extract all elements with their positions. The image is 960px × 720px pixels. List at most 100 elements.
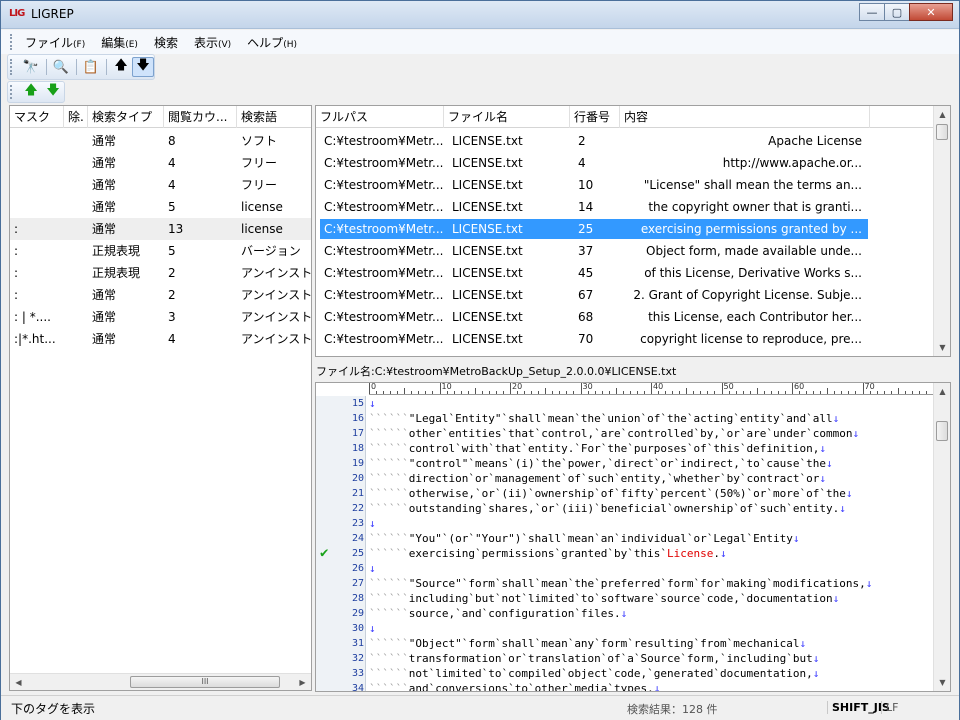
arrow-up-icon[interactable]: 🡅 (110, 57, 132, 77)
minimize-button[interactable]: — (859, 3, 885, 21)
ruler-tick (756, 388, 758, 394)
result-row[interactable]: C:¥testroom¥Metr... LICENSE.txt 4 http://ww… (316, 152, 950, 174)
scroll-up-icon[interactable]: ▲ (934, 383, 950, 400)
column-exclude[interactable]: 除. (64, 106, 88, 128)
maximize-button[interactable]: ▢ (884, 3, 910, 21)
scroll-down-icon[interactable]: ▼ (934, 674, 950, 691)
preview-icon[interactable]: 🔍 (50, 57, 72, 77)
column-file-name[interactable]: ファイル名 (444, 106, 570, 128)
condition-count: 4 (168, 178, 176, 192)
whitespace-marks: `````` (369, 472, 409, 485)
column-search-term[interactable]: 検索語 (237, 106, 311, 128)
column-content[interactable]: 内容 (620, 106, 870, 128)
menubar-grip[interactable] (10, 34, 13, 50)
result-row[interactable]: C:¥testroom¥Metr... LICENSE.txt 2 Apache Li… (316, 130, 950, 152)
arrow-down-icon[interactable]: 🡇 (132, 57, 154, 77)
line-content: "control"`means`(i)`the`power,`direct`or… (408, 457, 826, 470)
ruler-number: 10 (441, 382, 452, 391)
line-text: ``````outstanding`shares,`or`(iii)`benef… (369, 501, 846, 516)
code-line: 16 ``````"Legal`Entity"`shall`mean`the`un… (316, 411, 934, 426)
results-header: フルパス ファイル名 行番号 内容 (316, 106, 950, 128)
ruler-tick (502, 391, 504, 394)
ruler-tick (566, 391, 568, 394)
menu-item-1[interactable]: 編集(E) (101, 34, 138, 51)
result-row[interactable]: C:¥testroom¥Metr... LICENSE.txt 67 2. Grant… (316, 284, 950, 306)
horizontal-scrollbar[interactable]: ◀ III ▶ (10, 673, 311, 690)
scroll-thumb[interactable] (936, 124, 948, 140)
scroll-down-icon[interactable]: ▼ (934, 339, 950, 356)
toolbar2-grip[interactable] (10, 85, 13, 99)
whitespace-marks: `````` (369, 547, 409, 560)
line-text: ``````exercising`permissions`granted`by`… (369, 546, 727, 561)
scroll-up-icon[interactable]: ▲ (934, 106, 950, 123)
result-row[interactable]: C:¥testroom¥Metr... LICENSE.txt 25 exercisi… (316, 218, 950, 240)
ruler-tick (495, 391, 497, 394)
line-number: 18 (351, 443, 364, 454)
ruler-tick (629, 391, 631, 394)
condition-row[interactable]: : | *.... 通常 3 アンインスト (10, 306, 311, 328)
menu-item-3[interactable]: 表示(V) (194, 34, 231, 51)
result-row[interactable]: C:¥testroom¥Metr... LICENSE.txt 70 copyrigh… (316, 328, 950, 350)
result-content: http://www.apache.or... (722, 156, 862, 170)
menu-item-0[interactable]: ファイル(F) (25, 34, 85, 51)
result-path: C:¥testroom¥Metr... (324, 222, 444, 236)
result-line: 4 (578, 156, 586, 170)
condition-type: 通常 (92, 200, 117, 214)
file-viewer[interactable]: 0 10 20 30 40 50 60 70 15 ↓ 16 ``````"Legal`Entity… (315, 382, 951, 692)
condition-row[interactable]: : 正規表現 2 アンインスト (10, 262, 311, 284)
menu-item-4[interactable]: ヘルプ(H) (247, 34, 297, 51)
column-search-type[interactable]: 検索タイプ (88, 106, 164, 128)
toolbar-grip[interactable] (10, 59, 13, 75)
result-row[interactable]: C:¥testroom¥Metr... LICENSE.txt 37 Object f… (316, 240, 950, 262)
ruler-tick (714, 391, 716, 394)
result-row[interactable]: C:¥testroom¥Metr... LICENSE.txt 10 "License… (316, 174, 950, 196)
line-number: 34 (351, 683, 364, 692)
line-content: direction`or`management`of`such`entity,`… (408, 472, 820, 485)
scroll-thumb[interactable]: III (130, 676, 280, 688)
line-text: ``````other`entities`that`control,`are`c… (369, 426, 859, 441)
title-bar[interactable]: LIG LIGREP — ▢ ✕ (1, 1, 959, 29)
ruler-number: 60 (794, 382, 805, 391)
condition-row[interactable]: 通常 8 ソフト (10, 130, 311, 152)
menu-item-label: 検索 (153, 36, 178, 50)
result-row[interactable]: C:¥testroom¥Metr... LICENSE.txt 45 of this … (316, 262, 950, 284)
column-view-count[interactable]: 閲覧カウ... (164, 106, 237, 128)
scroll-right-icon[interactable]: ▶ (294, 674, 311, 690)
scroll-thumb[interactable] (936, 421, 948, 441)
condition-row[interactable]: 通常 5 license (10, 196, 311, 218)
ruler-tick (397, 391, 399, 394)
ruler-tick (855, 391, 857, 394)
column-full-path[interactable]: フルパス (316, 106, 444, 128)
line-content: transformation`or`translation`of`a`Sourc… (408, 652, 813, 665)
properties-icon[interactable]: 📋 (80, 57, 102, 77)
condition-mask: : (14, 244, 19, 258)
code-line: 33 ``````not`limited`to`compiled`object`c… (316, 666, 934, 681)
condition-row[interactable]: 通常 4 フリー (10, 152, 311, 174)
ruler-tick (799, 391, 801, 394)
menu-item-2[interactable]: 検索 (154, 34, 178, 51)
green-arrow-down-icon[interactable]: 🡇 (42, 82, 64, 102)
result-row[interactable]: C:¥testroom¥Metr... LICENSE.txt 14 the copy… (316, 196, 950, 218)
condition-row[interactable]: : 通常 13 license (10, 218, 311, 240)
condition-row[interactable]: :|*.ht... 通常 4 アンインスト (10, 328, 311, 350)
condition-row[interactable]: 通常 4 フリー (10, 174, 311, 196)
condition-type: 通常 (92, 178, 117, 192)
result-path: C:¥testroom¥Metr... (324, 332, 444, 346)
result-row[interactable]: C:¥testroom¥Metr... LICENSE.txt 68 this Lic… (316, 306, 950, 328)
scroll-left-icon[interactable]: ◀ (10, 674, 27, 690)
ruler-tick (763, 391, 765, 394)
close-button[interactable]: ✕ (909, 3, 953, 21)
ruler-tick (890, 391, 892, 394)
binoculars-icon[interactable]: 🔭 (20, 57, 42, 77)
condition-row[interactable]: : 通常 2 アンインスト (10, 284, 311, 306)
results-vertical-scrollbar[interactable]: ▲ ▼ (933, 106, 950, 356)
green-arrow-up-icon[interactable]: 🡅 (20, 82, 42, 102)
column-mask[interactable]: マスク (10, 106, 64, 128)
line-ending-indicator[interactable]: LF (881, 701, 898, 714)
eol-mark: ↓ (825, 457, 833, 470)
condition-row[interactable]: : 正規表現 5 バージョン (10, 240, 311, 262)
result-line: 2 (578, 134, 586, 148)
line-text: ``````"Source"`form`shall`mean`the`prefe… (369, 576, 872, 591)
viewer-vertical-scrollbar[interactable]: ▲ ▼ (933, 383, 950, 691)
column-line-number[interactable]: 行番号 (570, 106, 620, 128)
